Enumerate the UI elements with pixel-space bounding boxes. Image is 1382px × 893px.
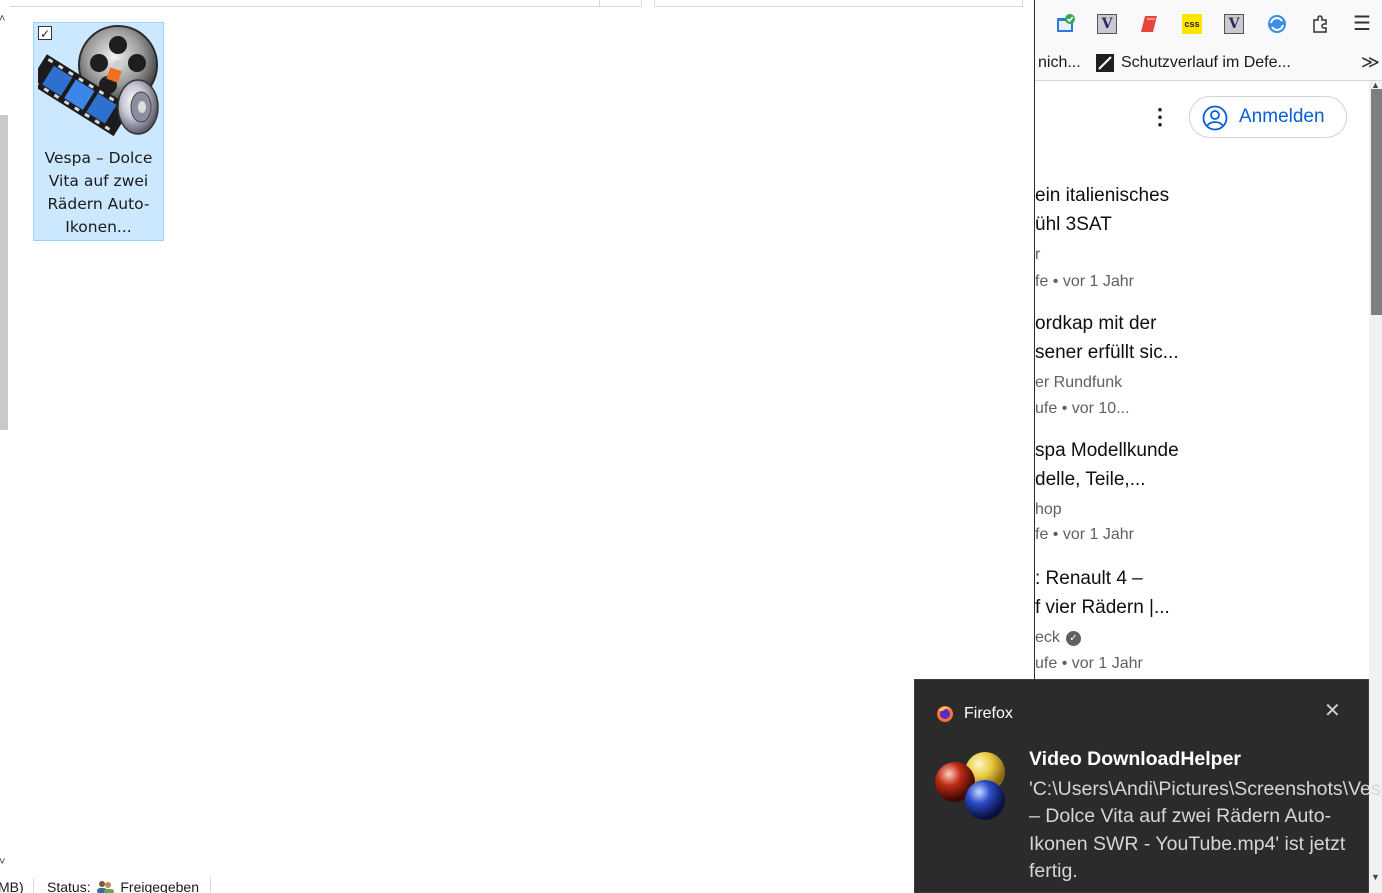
account-circle-icon bbox=[1202, 105, 1228, 131]
video-meta: ufe • vor 1 Jahr bbox=[1035, 655, 1143, 672]
status-label: Status: bbox=[47, 879, 91, 893]
status-sharing: Status: Freigegeben bbox=[47, 879, 199, 893]
v-extension-icon[interactable]: V bbox=[1097, 14, 1117, 34]
video-title-line: ordkap mit der bbox=[1035, 313, 1157, 334]
video-title[interactable]: spa Modellkunde delle, Teile,... bbox=[1035, 437, 1215, 494]
video-title[interactable]: : Renault 4 – f vier Rädern |... bbox=[1035, 565, 1215, 622]
status-separator bbox=[33, 878, 34, 893]
file-item-vespa-video[interactable]: ✓ Vespa – Dolce Vita auf zwei Rädern Aut… bbox=[33, 22, 164, 241]
bookmark-favicon-icon bbox=[1096, 54, 1114, 72]
bookmarks-overflow-icon[interactable]: ≫ bbox=[1361, 52, 1380, 73]
media-player-film-icon bbox=[38, 25, 159, 137]
video-meta: fe • vor 1 Jahr bbox=[1035, 526, 1134, 543]
scrollbar-thumb[interactable] bbox=[0, 115, 8, 430]
signin-label: Anmelden bbox=[1239, 106, 1325, 127]
video-meta: ufe • vor 10... bbox=[1035, 400, 1130, 417]
close-icon[interactable]: ✕ bbox=[1324, 700, 1341, 722]
video-title-line: ein italienisches bbox=[1035, 185, 1170, 206]
signin-button[interactable]: Anmelden bbox=[1189, 96, 1347, 138]
status-separator bbox=[210, 878, 211, 893]
extension-check-icon[interactable] bbox=[1056, 14, 1076, 34]
explorer-status-bar: MB) Status: Freigegeben bbox=[0, 874, 1034, 893]
notification-body: 'C:\Users\Andi\Pictures\Screenshots\Vesp… bbox=[1029, 778, 1382, 882]
bookmarks-toolbar: nich... Schutzverlauf im Defe... ≫ bbox=[1035, 48, 1382, 81]
video-title-line: sener erfüllt sic... bbox=[1035, 341, 1179, 363]
video-title-line: f vier Rädern |... bbox=[1035, 596, 1170, 618]
search-box-edge[interactable] bbox=[654, 0, 1023, 7]
address-bar-edge[interactable] bbox=[0, 0, 600, 7]
more-options-icon[interactable]: ⋮ bbox=[1149, 106, 1171, 128]
video-channel[interactable]: r bbox=[1035, 246, 1040, 264]
video-meta: fe • vor 1 Jahr bbox=[1035, 273, 1134, 290]
bookmark-item[interactable]: nich... bbox=[1038, 54, 1081, 72]
page-scrollbar[interactable]: ▲ ▼ bbox=[1369, 81, 1382, 893]
scroll-down-arrow-icon[interactable]: ˅ bbox=[0, 857, 5, 868]
video-channel[interactable]: eck ✓ bbox=[1035, 629, 1081, 647]
explorer-scrollbar[interactable]: ˄ ˅ bbox=[0, 0, 10, 893]
scroll-up-arrow-icon[interactable]: ˄ bbox=[0, 14, 5, 25]
notification-title: Video DownloadHelper bbox=[1029, 748, 1242, 770]
status-size-fragment: MB) bbox=[0, 879, 24, 893]
shared-users-icon bbox=[97, 881, 115, 893]
verified-badge-icon: ✓ bbox=[1065, 631, 1081, 646]
status-value: Freigegeben bbox=[120, 879, 199, 893]
bookmark-item[interactable]: Schutzverlauf im Defe... bbox=[1121, 54, 1291, 72]
video-channel[interactable]: er Rundfunk bbox=[1035, 374, 1122, 392]
selection-checkbox[interactable]: ✓ bbox=[38, 26, 52, 41]
channel-name: eck bbox=[1035, 629, 1060, 646]
eraser-extension-icon[interactable] bbox=[1139, 14, 1159, 34]
v-extension-icon[interactable]: V bbox=[1224, 14, 1244, 34]
video-channel[interactable]: hop bbox=[1035, 501, 1062, 519]
sync-extension-icon[interactable] bbox=[1267, 14, 1287, 34]
css-extension-icon[interactable]: css bbox=[1182, 14, 1202, 34]
extensions-puzzle-icon[interactable] bbox=[1310, 14, 1330, 34]
file-explorer-window: ˄ ˅ ✓ Vespa – Dolce Vita auf zwei Rädern… bbox=[0, 0, 1034, 893]
download-notification-toast[interactable]: Firefox ✕ Video DownloadHelper 'C:\Users… bbox=[914, 679, 1382, 893]
video-title-line: delle, Teile,... bbox=[1035, 468, 1146, 490]
scroll-down-arrow-icon[interactable]: ▼ bbox=[1371, 872, 1380, 882]
downloadhelper-logo-icon bbox=[935, 752, 1005, 820]
hamburger-menu-icon[interactable]: ☰ bbox=[1352, 14, 1372, 34]
video-title-line: : Renault 4 – bbox=[1035, 568, 1143, 589]
address-dropdown-edge[interactable] bbox=[599, 0, 642, 7]
firefox-logo-icon bbox=[937, 706, 953, 722]
video-title[interactable]: ordkap mit der sener erfüllt sic... bbox=[1035, 310, 1215, 367]
file-name-label: Vespa – Dolce Vita auf zwei Rädern Auto-… bbox=[44, 149, 153, 236]
video-title-line: spa Modellkunde bbox=[1035, 440, 1179, 461]
scrollbar-thumb[interactable] bbox=[1371, 89, 1382, 315]
browser-toolbar: V css V ☰ bbox=[1035, 0, 1382, 48]
notification-app-name: Firefox bbox=[964, 705, 1013, 722]
video-title-line: ühl 3SAT bbox=[1035, 213, 1112, 235]
video-title[interactable]: ein italienisches ühl 3SAT bbox=[1035, 182, 1215, 239]
